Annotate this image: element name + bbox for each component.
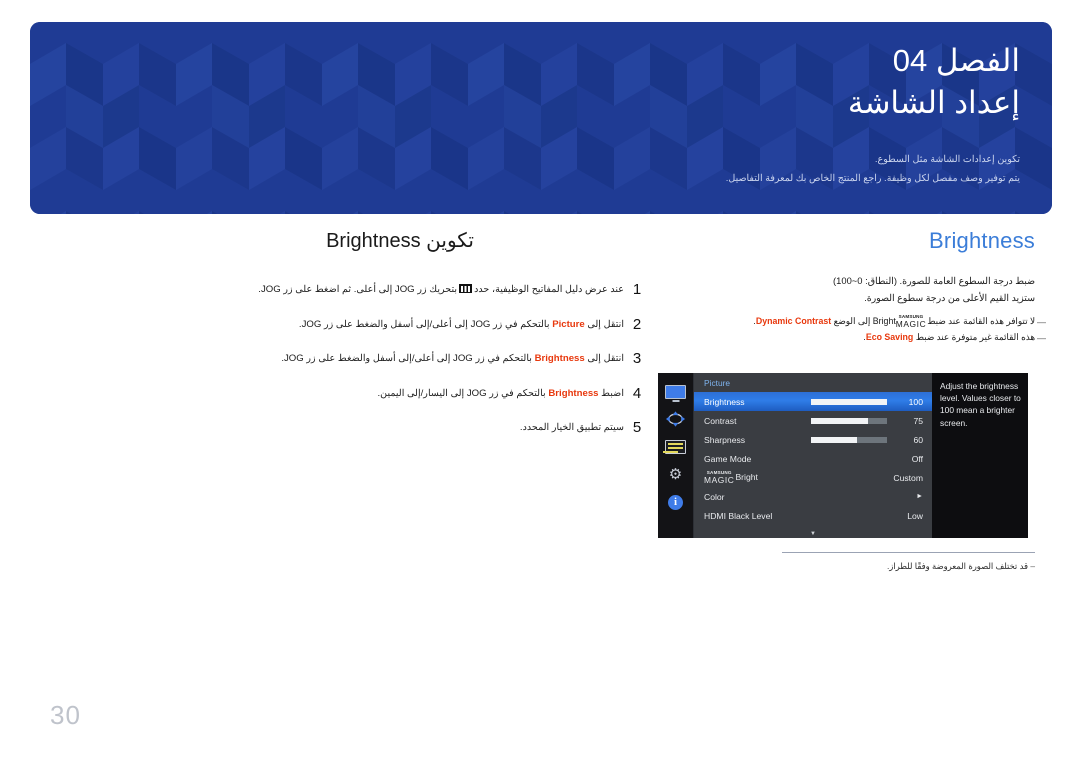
magic-bottom: MAGIC <box>895 318 927 329</box>
osd-row-label: Color <box>704 491 725 502</box>
osd-category-title: Picture <box>704 378 731 388</box>
menu-bars-glyph-icon <box>459 284 473 293</box>
page-title: Brightness <box>929 228 1035 253</box>
osd-row-label: SAMSUNG MAGIC Bright <box>704 470 893 485</box>
chapter-label: الفصل 04 <box>892 43 1020 78</box>
note-keyword: Eco Saving <box>865 332 914 343</box>
note-pre: لا تتوافر هذه القائمة عند ضبط <box>927 315 1035 326</box>
osd-row-value: 75 <box>913 415 923 426</box>
list-item: 5 سيتم تطبيق الخيار المحدد. <box>150 417 650 438</box>
step-text: انتقل إلى Picture بالتحكم في زر JOG إلى … <box>150 314 624 334</box>
sharpness-slider[interactable] <box>811 436 887 443</box>
osd-row-value: 100 <box>908 396 923 407</box>
step-number: 4 <box>632 384 642 402</box>
note-pre: هذه القائمة غير متوفرة عند ضبط <box>915 332 1035 343</box>
step-keyword: Picture <box>552 318 585 330</box>
feature-notes: ― لا تتوافر هذه القائمة عند ضبط SAMSUNG MAG… <box>655 313 1046 346</box>
page-number: 30 <box>50 700 81 730</box>
step-text: عند عرض دليل المفاتيح الوظيفية، حدد بتحري… <box>150 279 624 299</box>
submenu-arrow-icon: ► <box>916 493 923 500</box>
osd-row-magicbright[interactable]: SAMSUNG MAGIC Bright Custom <box>694 468 932 487</box>
step-text-pre: اضبط <box>601 387 624 399</box>
step-text: انتقل إلى Brightness بالتحكم في زر JOG إ… <box>150 348 624 368</box>
osd-row-value: Off <box>911 453 923 464</box>
step-number: 5 <box>632 419 642 436</box>
step-number: 3 <box>632 350 642 367</box>
banner-subtitle-line-1: تكوين إعدادات الشاشة مثل السطوع. <box>874 153 1020 165</box>
magicbright-logo: SAMSUNG MAGIC <box>704 470 735 485</box>
step-keyword: Brightness <box>534 353 585 364</box>
step-number: 1 <box>632 281 642 298</box>
footer-note-text: – قد تختلف الصورة المعروضة وفقًا للطراز. <box>655 561 1035 571</box>
banner-subtitle: تكوين إعدادات الشاشة مثل السطوع. يتم توف… <box>30 150 1020 189</box>
brightness-slider[interactable] <box>811 398 887 405</box>
note-dash: ― <box>1037 316 1046 327</box>
feature-description: ضبط درجة السطوع العامة للصورة. (النطاق: … <box>655 272 1035 307</box>
list-item: 3 انتقل إلى Brightness بالتحكم في زر JOG… <box>150 348 650 369</box>
feature-column: Brightness ضبط درجة السطوع العامة للصورة… <box>655 228 1046 346</box>
contrast-slider[interactable] <box>811 417 887 424</box>
step-number: 2 <box>632 315 642 333</box>
osd-category-rail[interactable]: ⚙ i <box>658 373 694 538</box>
note-keyword: Dynamic Contrast <box>755 315 832 326</box>
note-dash: ― <box>1037 333 1046 344</box>
osd-row-contrast[interactable]: Contrast 75 <box>694 411 932 430</box>
osd-row-value: 60 <box>913 434 923 445</box>
divider <box>782 552 1035 553</box>
osd-row-brightness[interactable]: Brightness 100 <box>694 392 932 411</box>
step-text-post: بتحريك زر JOG إلى أعلى. ثم اضغط على زر J… <box>258 284 458 295</box>
magic-suffix: Bright <box>735 471 758 482</box>
step-text-post: بالتحكم في زر JOG إلى أعلى/إلى أسفل والض… <box>281 353 532 364</box>
osd-row-label: Contrast <box>704 415 737 426</box>
list-item: 2 انتقل إلى Picture بالتحكم في زر JOG إل… <box>150 314 650 335</box>
chapter-banner: الفصل 04 إعداد الشاشة تكوين إعدادات الشا… <box>30 22 1052 214</box>
monitor-icon[interactable] <box>665 383 687 400</box>
osd-help-panel: Adjust the brightness level. Values clos… <box>932 373 1028 538</box>
list-item: 1 عند عرض دليل المفاتيح الوظيفية، حدد بتح… <box>150 279 650 300</box>
osd-row-label: Sharpness <box>704 434 746 445</box>
steps-heading: تكوين Brightness <box>326 230 474 252</box>
step-text-post: بالتحكم في زر JOG إلى اليسار/إلى اليمين. <box>377 387 546 399</box>
osd-row-label: HDMI Black Level <box>704 510 773 521</box>
steps-list: 1 عند عرض دليل المفاتيح الوظيفية، حدد بتح… <box>150 279 650 438</box>
osd-row-game-mode[interactable]: Game Mode Off <box>694 449 932 468</box>
magic-bottom: MAGIC <box>704 474 735 485</box>
osd-item-list: Picture Brightness 100 Contrast 75 Sharp… <box>694 373 932 538</box>
gear-icon[interactable]: ⚙ <box>665 466 687 483</box>
step-text-pre: عند عرض دليل المفاتيح الوظيفية، حدد <box>474 284 624 295</box>
osd-row-color[interactable]: Color ► <box>694 487 932 506</box>
list-item: 4 اضبط Brightness بالتحكم في زر JOG إلى … <box>150 383 650 404</box>
step-text: اضبط Brightness بالتحكم في زر JOG إلى ال… <box>150 383 625 403</box>
chapter-title: إعداد الشاشة <box>847 84 1020 120</box>
magicbright-logo: SAMSUNG MAGIC <box>895 314 927 329</box>
info-icon[interactable]: i <box>665 494 687 511</box>
footer-note-dash: – <box>1030 561 1035 571</box>
scroll-down-icon[interactable]: ▼ <box>810 531 816 537</box>
footer-note-body: قد تختلف الصورة المعروضة وفقًا للطراز. <box>886 561 1028 571</box>
step-text-pre: انتقل إلى <box>587 353 624 364</box>
magic-suffix: Bright <box>872 315 896 326</box>
osd-menu-screenshot: ⚙ i Picture Brightness 100 Contrast 75 S… <box>658 373 1028 538</box>
osd-body: Picture Brightness 100 Contrast 75 Sharp… <box>694 373 1028 538</box>
footer-note: – قد تختلف الصورة المعروضة وفقًا للطراز. <box>655 552 1035 571</box>
osd-row-label: Game Mode <box>704 453 752 464</box>
feature-description-line-1: ضبط درجة السطوع العامة للصورة. (النطاق: … <box>833 275 1035 286</box>
step-text-pre: انتقل إلى <box>587 318 624 330</box>
note-item: ― هذه القائمة غير متوفرة عند ضبط Eco Savi… <box>655 329 1046 346</box>
banner-subtitle-line-2: يتم توفير وصف مفصل لكل وظيفة. راجع المنت… <box>725 173 1020 185</box>
feature-description-line-2: ستزيد القيم الأعلى من درجة سطوع الصورة. <box>864 292 1035 304</box>
note-mid: إلى الوضع <box>833 315 871 326</box>
osd-row-value: Low <box>907 510 923 521</box>
osd-list-icon[interactable] <box>665 438 687 455</box>
osd-row-sharpness[interactable]: Sharpness 60 <box>694 430 932 449</box>
step-keyword: Brightness <box>548 387 599 399</box>
move-arrows-icon[interactable] <box>665 411 686 427</box>
step-text: سيتم تطبيق الخيار المحدد. <box>519 422 624 433</box>
step-text-post: بالتحكم في زر JOG إلى أعلى/إلى أسفل والض… <box>298 318 550 330</box>
osd-row-label: Brightness <box>704 396 745 407</box>
steps-column: تكوين Brightness 1 عند عرض دليل المفاتيح… <box>150 228 650 452</box>
note-item: ― لا تتوافر هذه القائمة عند ضبط SAMSUNG MAG… <box>655 313 1046 330</box>
osd-row-hdmi-black-level[interactable]: HDMI Black Level Low <box>694 506 932 525</box>
osd-row-value: Custom <box>893 472 923 483</box>
